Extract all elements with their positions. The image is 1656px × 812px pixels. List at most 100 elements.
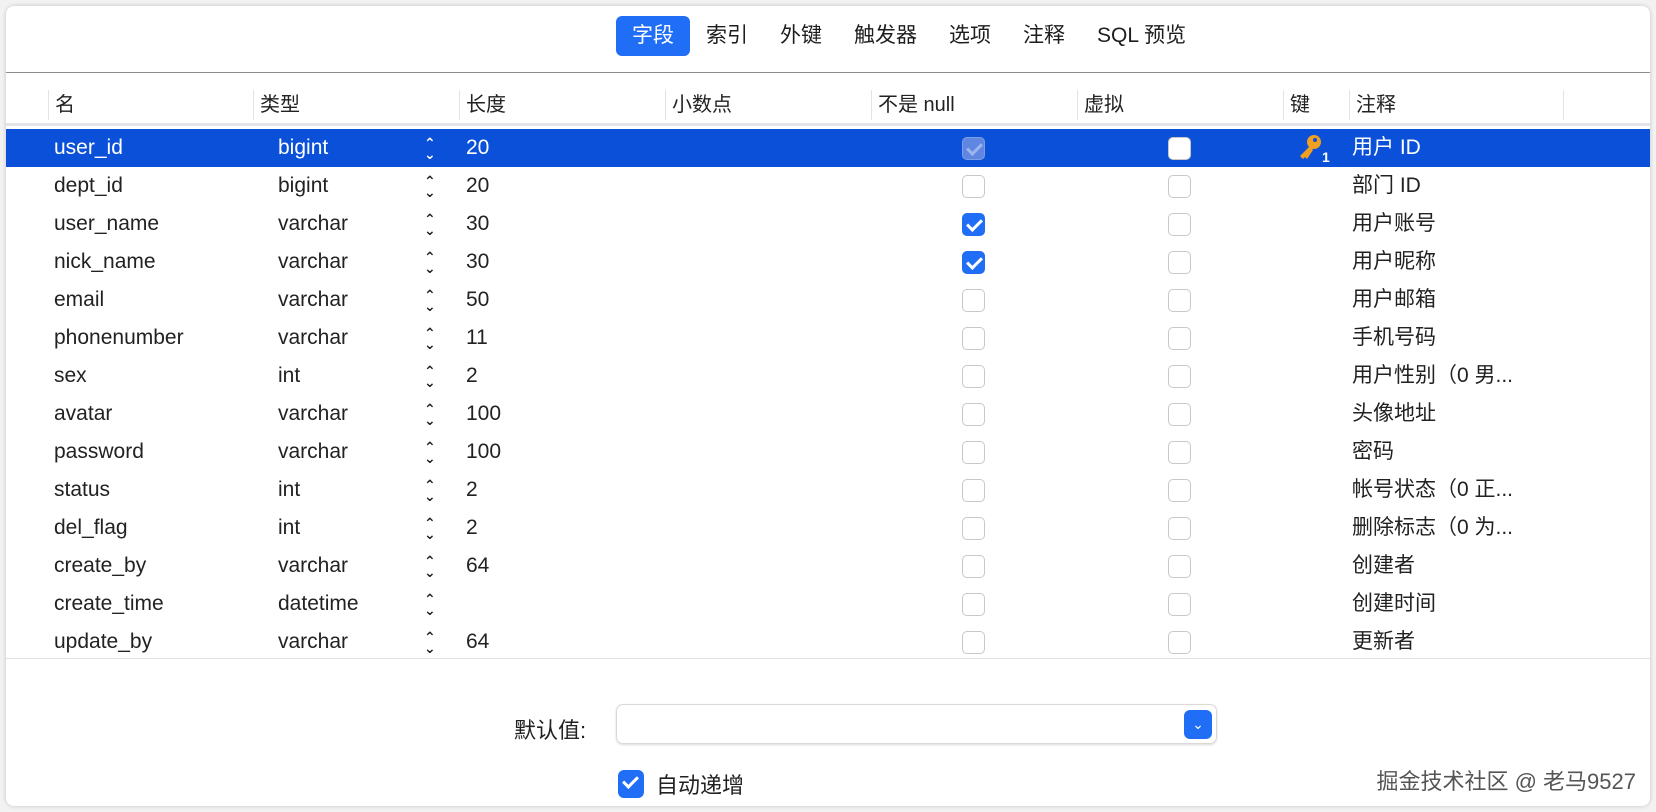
not-null-checkbox[interactable] — [962, 365, 985, 388]
virtual-checkbox[interactable] — [1168, 289, 1191, 312]
field-comment[interactable]: 头像地址 — [1352, 395, 1436, 433]
field-length[interactable]: 100 — [466, 433, 501, 471]
column-header-3[interactable]: 小数点 — [665, 90, 732, 120]
type-stepper-icon[interactable]: ⌃ ⌄ — [424, 326, 436, 351]
table-row[interactable]: password varchar ⌃ ⌄ 100 密码 — [6, 433, 1650, 471]
type-stepper-icon[interactable]: ⌃ ⌄ — [424, 630, 436, 655]
field-comment[interactable]: 部门 ID — [1352, 167, 1421, 205]
type-stepper-icon[interactable]: ⌃ ⌄ — [424, 212, 436, 237]
field-length[interactable]: 20 — [466, 167, 489, 205]
virtual-checkbox[interactable] — [1168, 593, 1191, 616]
field-length[interactable]: 2 — [466, 509, 478, 547]
field-name[interactable]: avatar — [54, 395, 112, 433]
type-stepper-icon[interactable]: ⌃ ⌄ — [424, 136, 436, 161]
table-row[interactable]: update_by varchar ⌃ ⌄ 64 更新者 — [6, 623, 1650, 661]
table-row[interactable]: user_id bigint ⌃ ⌄ 20 1 用户 ID — [6, 129, 1650, 167]
field-length[interactable]: 30 — [466, 243, 489, 281]
column-header-4[interactable]: 不是 null — [871, 90, 955, 120]
table-row[interactable]: phonenumber varchar ⌃ ⌄ 11 手机号码 — [6, 319, 1650, 357]
field-comment[interactable]: 用户账号 — [1352, 205, 1436, 243]
chevron-down-icon[interactable]: ⌄ — [1184, 710, 1212, 739]
not-null-checkbox[interactable] — [962, 137, 985, 160]
field-comment[interactable]: 更新者 — [1352, 623, 1415, 661]
field-type[interactable]: varchar — [278, 395, 348, 433]
virtual-checkbox[interactable] — [1168, 441, 1191, 464]
virtual-checkbox[interactable] — [1168, 631, 1191, 654]
field-length[interactable]: 100 — [466, 395, 501, 433]
table-row[interactable]: nick_name varchar ⌃ ⌄ 30 用户昵称 — [6, 243, 1650, 281]
not-null-checkbox[interactable] — [962, 289, 985, 312]
type-stepper-icon[interactable]: ⌃ ⌄ — [424, 440, 436, 465]
field-type[interactable]: bigint — [278, 167, 328, 205]
not-null-checkbox[interactable] — [962, 441, 985, 464]
field-type[interactable]: varchar — [278, 205, 348, 243]
column-header-1[interactable]: 类型 — [253, 90, 300, 120]
column-header-7[interactable]: 注释 — [1349, 90, 1396, 120]
field-type[interactable]: int — [278, 509, 300, 547]
not-null-checkbox[interactable] — [962, 251, 985, 274]
field-length[interactable]: 2 — [466, 471, 478, 509]
virtual-checkbox[interactable] — [1168, 403, 1191, 426]
field-comment[interactable]: 删除标志（0 为... — [1352, 509, 1513, 547]
field-length[interactable]: 11 — [466, 319, 488, 357]
not-null-checkbox[interactable] — [962, 593, 985, 616]
type-stepper-icon[interactable]: ⌃ ⌄ — [424, 592, 436, 617]
virtual-checkbox[interactable] — [1168, 327, 1191, 350]
virtual-checkbox[interactable] — [1168, 175, 1191, 198]
table-row[interactable]: create_time datetime ⌃ ⌄ 创建时间 — [6, 585, 1650, 623]
field-length[interactable]: 2 — [466, 357, 478, 395]
column-header-6[interactable]: 键 — [1283, 90, 1310, 120]
field-length[interactable]: 30 — [466, 205, 489, 243]
field-name[interactable]: email — [54, 281, 104, 319]
not-null-checkbox[interactable] — [962, 631, 985, 654]
virtual-checkbox[interactable] — [1168, 517, 1191, 540]
field-length[interactable]: 50 — [466, 281, 489, 319]
tab-6[interactable]: SQL 预览 — [1081, 16, 1202, 56]
virtual-checkbox[interactable] — [1168, 365, 1191, 388]
type-stepper-icon[interactable]: ⌃ ⌄ — [424, 364, 436, 389]
field-name[interactable]: create_by — [54, 547, 146, 585]
field-name[interactable]: update_by — [54, 623, 152, 661]
virtual-checkbox[interactable] — [1168, 213, 1191, 236]
not-null-checkbox[interactable] — [962, 555, 985, 578]
field-length[interactable]: 64 — [466, 547, 489, 585]
default-value-combobox[interactable]: ⌄ — [616, 704, 1217, 744]
type-stepper-icon[interactable]: ⌃ ⌄ — [424, 402, 436, 427]
auto-increment-option[interactable]: 自动递增 — [618, 768, 744, 800]
field-type[interactable]: int — [278, 471, 300, 509]
table-row[interactable]: sex int ⌃ ⌄ 2 用户性别（0 男... — [6, 357, 1650, 395]
field-type[interactable]: varchar — [278, 547, 348, 585]
field-name[interactable]: del_flag — [54, 509, 128, 547]
column-header-2[interactable]: 长度 — [459, 90, 506, 120]
column-header-5[interactable]: 虚拟 — [1077, 90, 1124, 120]
field-name[interactable]: dept_id — [54, 167, 123, 205]
column-header-0[interactable]: 名 — [48, 90, 75, 120]
table-row[interactable]: user_name varchar ⌃ ⌄ 30 用户账号 — [6, 205, 1650, 243]
type-stepper-icon[interactable]: ⌃ ⌄ — [424, 174, 436, 199]
not-null-checkbox[interactable] — [962, 403, 985, 426]
not-null-checkbox[interactable] — [962, 175, 985, 198]
field-comment[interactable]: 手机号码 — [1352, 319, 1436, 357]
field-length[interactable]: 20 — [466, 129, 489, 167]
table-row[interactable]: status int ⌃ ⌄ 2 帐号状态（0 正... — [6, 471, 1650, 509]
tab-4[interactable]: 选项 — [933, 16, 1007, 56]
not-null-checkbox[interactable] — [962, 479, 985, 502]
field-comment[interactable]: 帐号状态（0 正... — [1352, 471, 1513, 509]
field-type[interactable]: varchar — [278, 623, 348, 661]
tab-2[interactable]: 外键 — [764, 16, 838, 56]
field-name[interactable]: phonenumber — [54, 319, 184, 357]
field-length[interactable]: 64 — [466, 623, 489, 661]
table-row[interactable]: dept_id bigint ⌃ ⌄ 20 部门 ID — [6, 167, 1650, 205]
field-comment[interactable]: 用户邮箱 — [1352, 281, 1436, 319]
type-stepper-icon[interactable]: ⌃ ⌄ — [424, 288, 436, 313]
field-type[interactable]: varchar — [278, 281, 348, 319]
field-name[interactable]: user_id — [54, 129, 123, 167]
field-name[interactable]: user_name — [54, 205, 159, 243]
type-stepper-icon[interactable]: ⌃ ⌄ — [424, 250, 436, 275]
auto-increment-checkbox[interactable] — [618, 770, 644, 798]
field-name[interactable]: create_time — [54, 585, 164, 623]
type-stepper-icon[interactable]: ⌃ ⌄ — [424, 554, 436, 579]
field-comment[interactable]: 密码 — [1352, 433, 1394, 471]
tab-3[interactable]: 触发器 — [838, 16, 933, 56]
not-null-checkbox[interactable] — [962, 213, 985, 236]
